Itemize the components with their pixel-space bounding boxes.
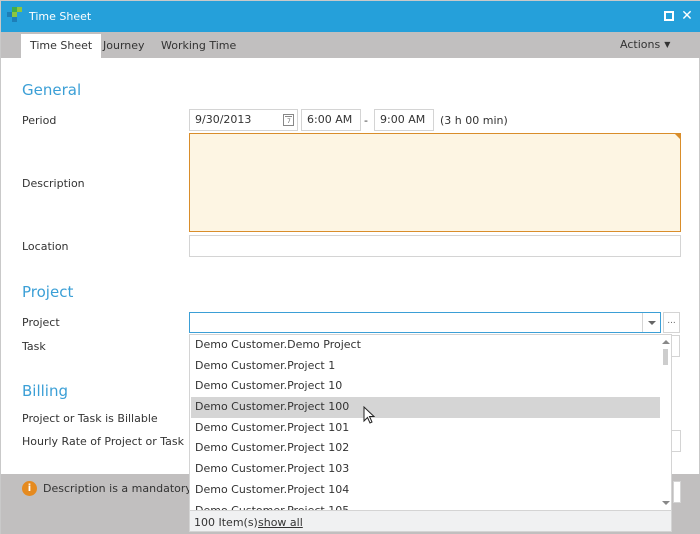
combo-dropdown-arrow-icon[interactable] xyxy=(642,313,660,332)
dropdown-item[interactable]: Demo Customer.Project 1 xyxy=(191,356,660,377)
maximize-icon[interactable] xyxy=(662,9,676,23)
item-count: 100 Item(s) xyxy=(194,516,258,529)
required-marker xyxy=(674,133,681,140)
task-label: Task xyxy=(22,340,46,353)
section-general-title: General xyxy=(22,81,82,99)
window-title: Time Sheet xyxy=(29,10,92,23)
actions-menu-button[interactable]: Actions ▼ xyxy=(620,38,670,51)
hourly-rate-label: Hourly Rate of Project or Task xyxy=(22,435,184,448)
period-label: Period xyxy=(22,114,57,127)
location-input[interactable] xyxy=(189,235,681,257)
start-time-input[interactable]: 6:00 AM xyxy=(301,109,361,131)
time-separator: - xyxy=(364,114,368,127)
dropdown-items: Demo Customer.Demo Project Demo Customer… xyxy=(190,335,662,510)
hourly-rate-input[interactable] xyxy=(671,430,681,452)
dropdown-footer: 100 Item(s) show all xyxy=(190,510,671,531)
dropdown-item[interactable]: Demo Customer.Project 102 xyxy=(191,438,660,459)
actions-label: Actions xyxy=(620,38,661,51)
date-input[interactable]: 9/30/2013 xyxy=(189,109,298,131)
calendar-icon[interactable]: 7 xyxy=(283,114,294,126)
description-textarea[interactable] xyxy=(189,133,681,232)
duration-text: (3 h 00 min) xyxy=(440,114,508,127)
section-project-title: Project xyxy=(22,283,74,301)
title-bar: Time Sheet ✕ xyxy=(1,1,700,32)
dropdown-item[interactable]: Demo Customer.Project 104 xyxy=(191,480,660,501)
description-label: Description xyxy=(22,177,85,190)
time-sheet-window: Time Sheet ✕ Time Sheet Journey Working … xyxy=(0,0,700,534)
tab-working-time[interactable]: Working Time xyxy=(152,34,245,58)
scroll-up-icon[interactable] xyxy=(662,340,670,344)
close-icon[interactable]: ✕ xyxy=(680,9,694,23)
status-input-partial[interactable] xyxy=(673,481,681,503)
section-billing-title: Billing xyxy=(22,382,68,400)
info-icon: i xyxy=(22,481,37,496)
caret-down-icon: ▼ xyxy=(664,40,671,49)
project-browse-button[interactable]: ... xyxy=(663,312,680,333)
dropdown-item[interactable]: Demo Customer.Project 101 xyxy=(191,418,660,439)
project-label: Project xyxy=(22,316,60,329)
app-logo-icon xyxy=(7,7,23,23)
dropdown-item[interactable]: Demo Customer.Project 10 xyxy=(191,376,660,397)
dropdown-item[interactable]: Demo Customer.Project 105 xyxy=(191,501,660,511)
billable-label: Project or Task is Billable xyxy=(22,412,158,425)
tab-journey[interactable]: Journey xyxy=(94,34,154,58)
project-dropdown-list: Demo Customer.Demo Project Demo Customer… xyxy=(189,334,672,532)
dropdown-item[interactable]: Demo Customer.Project 103 xyxy=(191,459,660,480)
project-combobox[interactable] xyxy=(189,312,661,333)
end-time-input[interactable]: 9:00 AM xyxy=(374,109,434,131)
tab-time-sheet[interactable]: Time Sheet xyxy=(21,34,102,58)
dropdown-item[interactable]: Demo Customer.Demo Project xyxy=(191,335,660,356)
location-label: Location xyxy=(22,240,69,253)
mouse-pointer-icon xyxy=(363,406,376,424)
show-all-link[interactable]: show all xyxy=(258,516,303,529)
tab-bar: Time Sheet Journey Working Time Actions ▼ xyxy=(1,32,700,58)
dropdown-item-hovered[interactable]: Demo Customer.Project 100 xyxy=(191,397,660,418)
scroll-thumb[interactable] xyxy=(663,349,668,365)
dropdown-scrollbar[interactable] xyxy=(661,335,671,510)
scroll-down-icon[interactable] xyxy=(662,501,670,505)
